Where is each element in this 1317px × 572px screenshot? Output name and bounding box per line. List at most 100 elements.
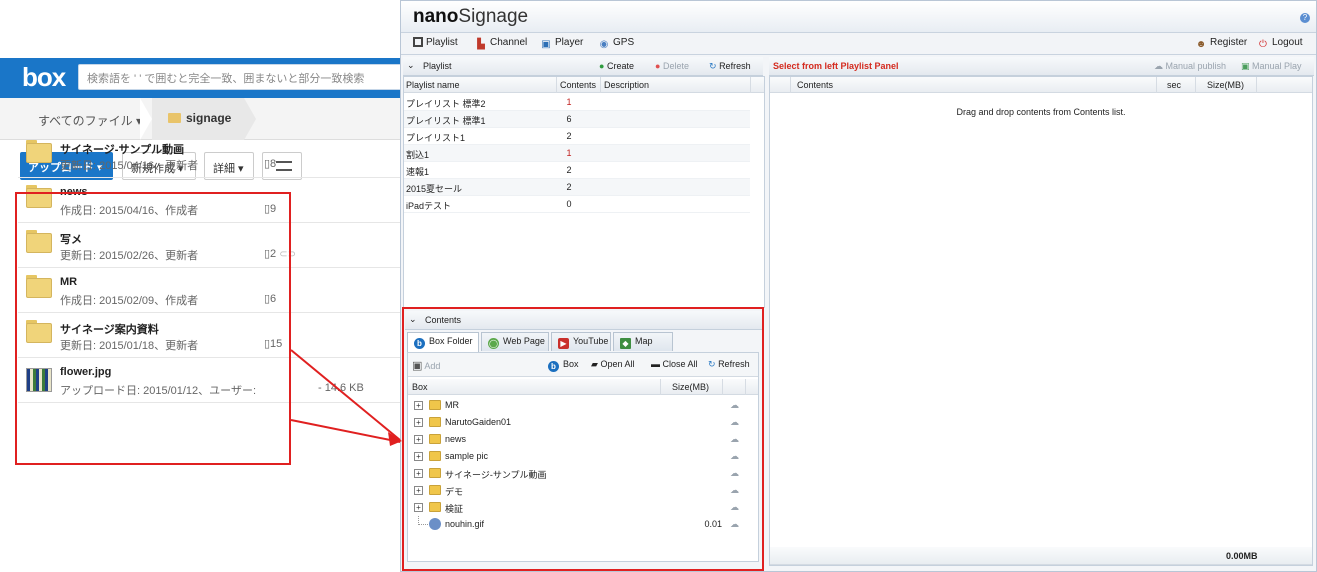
delete-label: Delete <box>662 61 689 71</box>
playlist-grid: Playlist name Contents Description プレイリス… <box>403 76 765 308</box>
table-row[interactable]: プレイリスト 標準1 6 <box>404 111 750 128</box>
create-label: Create <box>606 61 634 71</box>
contents-grid-header: Contents sec Size(MB) <box>770 77 1312 93</box>
nav-channel[interactable]: ▙ Channel <box>475 37 527 50</box>
collapse-icon[interactable]: ⌄ <box>407 60 415 71</box>
breadcrumb-current-label: signage <box>186 111 232 125</box>
table-row[interactable]: iPadテスト 0 <box>404 196 750 213</box>
column-divider <box>1195 77 1196 93</box>
table-row[interactable]: 割込1 1 <box>404 145 750 162</box>
channel-icon: ▙ <box>477 39 485 50</box>
column-divider <box>790 77 791 93</box>
column-divider <box>1156 77 1157 93</box>
highlight-contents-panel <box>402 307 764 571</box>
search-input[interactable]: 検索語を ' ' で囲むと完全一致、囲まないと部分一致検索 <box>78 64 400 90</box>
box-logo[interactable]: box <box>22 62 66 93</box>
file-size: - 14.6 KB <box>318 382 364 394</box>
playlist-contents: 2 <box>566 131 572 141</box>
app-header: nanoSignage ? <box>401 1 1316 33</box>
playlist-contents: 1 <box>566 148 572 158</box>
folder-icon <box>168 113 181 123</box>
gps-icon: ◉ <box>599 39 609 50</box>
logo-rest: Signage <box>458 6 529 27</box>
box-header: box 検索語を ' ' で囲むと完全一致、囲まないと部分一致検索 <box>0 58 400 98</box>
manual-play-label: Manual Play <box>1252 61 1302 71</box>
nav-register[interactable]: ☻ Register <box>1195 37 1248 50</box>
nav-playlist-label: Playlist <box>426 37 458 48</box>
manual-publish-label: Manual publish <box>1165 61 1227 71</box>
app-logo: nanoSignage <box>413 6 528 28</box>
playlist-contents: 6 <box>566 114 572 124</box>
playlist-panel-title: Playlist <box>423 61 452 71</box>
col-description[interactable]: Description <box>604 80 649 90</box>
playlist-grid-header: Playlist name Contents Description <box>404 77 764 93</box>
playlist-refresh-button[interactable]: ↻ Refresh <box>709 61 751 72</box>
nav-playlist[interactable]: Playlist <box>413 37 458 48</box>
right-panel-header: Select from left Playlist Panel ☁ Manual… <box>769 57 1314 76</box>
nav-player[interactable]: ▣ Player <box>540 37 583 50</box>
playlist-name: iPadテスト <box>406 201 452 211</box>
create-button[interactable]: ● Create <box>599 61 634 71</box>
col-contents[interactable]: Contents <box>560 80 596 90</box>
playlist-name: 速報1 <box>406 167 430 177</box>
playlist-contents: 2 <box>566 182 572 192</box>
playlist-name: プレイリスト 標準2 <box>406 99 486 109</box>
nav-register-label: Register <box>1210 37 1248 48</box>
breadcrumb-all-files[interactable]: すべてのファイル ▾ <box>38 112 142 129</box>
nav-logout[interactable]: ⏻ Logout <box>1257 37 1303 50</box>
player-icon: ▣ <box>541 39 551 50</box>
table-row[interactable]: 速報1 2 <box>404 162 750 179</box>
logout-icon: ⏻ <box>1259 39 1267 50</box>
col-size[interactable]: Size(MB) <box>1207 80 1244 90</box>
refresh-label: Refresh <box>719 61 751 71</box>
playlist-name: プレイリスト 標準1 <box>406 116 486 126</box>
contents-grid-footer: 0.00MB <box>770 547 1312 565</box>
delete-button[interactable]: ● Delete <box>655 61 689 71</box>
table-row[interactable]: 2015夏セール 2 <box>404 179 750 196</box>
file-name[interactable]: サイネージ-サンプル動画 <box>60 141 184 157</box>
plus-icon: ● <box>599 61 605 71</box>
playlist-contents-grid: Contents sec Size(MB) Drag and drop cont… <box>769 76 1313 566</box>
col-contents[interactable]: Contents <box>797 80 833 90</box>
nav-channel-label: Channel <box>490 37 528 48</box>
column-divider <box>1256 77 1257 93</box>
cloud-upload-icon: ☁ <box>1154 61 1163 71</box>
playlist-name: 割込1 <box>406 150 430 160</box>
right-panel-title: Select from left Playlist Panel <box>773 61 899 71</box>
refresh-icon: ↻ <box>709 61 717 71</box>
play-icon: ▣ <box>1241 61 1250 71</box>
search-placeholder: 検索語を ' ' で囲むと完全一致、囲まないと部分一致検索 <box>87 73 365 85</box>
manual-play-button[interactable]: ▣ Manual Play <box>1241 61 1302 72</box>
playlist-contents: 1 <box>566 97 572 107</box>
minus-icon: ● <box>655 61 661 71</box>
column-divider <box>556 77 557 93</box>
playlist-contents: 0 <box>566 199 572 209</box>
playlist-panel-header: ⌄ Playlist ● Create ● Delete ↻ Refresh <box>403 57 763 76</box>
col-playlist-name[interactable]: Playlist name <box>406 80 460 90</box>
user-icon: ☻ <box>1195 39 1207 50</box>
empty-drop-message: Drag and drop contents from Contents lis… <box>956 107 1126 117</box>
nav-logout-label: Logout <box>1272 37 1303 48</box>
nav-gps-label: GPS <box>613 37 635 48</box>
table-row[interactable]: プレイリスト1 2 <box>404 128 750 145</box>
total-size: 0.00MB <box>1226 551 1258 561</box>
column-divider <box>600 77 601 93</box>
highlight-box-files <box>15 192 291 465</box>
logo-bold: nano <box>413 6 459 27</box>
main-nav: Playlist ▙ Channel ▣ Player ◉ GPS ☻ Register… <box>401 33 1316 55</box>
playlist-contents: 2 <box>566 165 572 175</box>
playlist-name: プレイリスト1 <box>406 133 466 143</box>
help-icon[interactable]: ? <box>1300 13 1310 23</box>
list-item[interactable]: サイネージ-サンプル動画 更新日: 2015/04/16、更新者 ▯8 <box>18 133 400 178</box>
folder-icon <box>26 143 52 163</box>
nav-gps[interactable]: ◉ GPS <box>598 37 635 50</box>
table-row[interactable]: プレイリスト 標準2 1 <box>404 94 750 111</box>
playlist-icon <box>413 37 423 47</box>
manual-publish-button[interactable]: ☁ Manual publish <box>1154 61 1226 72</box>
playlist-name: 2015夏セール <box>406 184 463 194</box>
column-divider <box>750 77 751 93</box>
nav-player-label: Player <box>555 37 584 48</box>
file-count: ▯8 <box>264 158 277 170</box>
file-meta: 更新日: 2015/04/16、更新者 <box>60 160 199 172</box>
col-sec[interactable]: sec <box>1167 80 1181 90</box>
